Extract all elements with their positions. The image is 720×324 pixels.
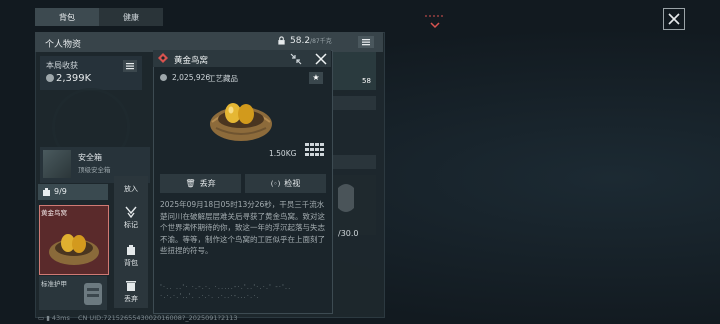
item-description: 2025年09月18日05时13分26秒，干员三千流水楚问川在破解层层难关后寻获… <box>160 200 325 255</box>
backpack-icon <box>43 188 50 196</box>
tab-health[interactable]: 健康 <box>99 8 163 26</box>
weight-value: 58.2 <box>290 36 311 46</box>
weight-readout: 58.2/87千克 <box>290 36 332 46</box>
popup-actions: 🗑 丢弃 (◦) 检视 <box>160 174 326 193</box>
discard-button[interactable]: 🗑 丢弃 <box>160 174 241 193</box>
battery-icon: ▭ <box>38 314 45 322</box>
inspect-label: 检视 <box>284 179 301 188</box>
inspect-button[interactable]: (◦) 检视 <box>245 174 326 193</box>
right-bar <box>332 96 376 110</box>
helmet-icon <box>338 184 354 212</box>
safe-box-icon <box>43 150 71 178</box>
panel-title: 个人物资 <box>45 40 82 50</box>
golden-nest-large-icon <box>210 103 272 141</box>
collapse-icon[interactable] <box>290 53 302 65</box>
put-in-button[interactable]: 放入 <box>114 184 148 194</box>
ping-value: 43ms <box>51 314 70 322</box>
weight-unit: /87千克 <box>310 38 332 45</box>
item-price: 2,025,926 <box>172 73 211 82</box>
mark-button[interactable]: 标记 <box>114 220 148 230</box>
top-tabs: 背包 健康 <box>35 8 163 26</box>
close-popup-icon[interactable] <box>315 53 327 65</box>
discard-label: 丢弃 <box>199 179 216 188</box>
armor-icon <box>84 283 102 305</box>
inspect-icon: (◦) <box>270 179 281 188</box>
safe-box-subtitle: 顶级安全箱 <box>78 166 111 174</box>
trash-icon <box>126 281 136 291</box>
list-view-icon[interactable] <box>358 36 374 48</box>
list-icon[interactable] <box>123 60 137 72</box>
item-slot-label: 黄金鸟窝 <box>41 209 67 217</box>
trash-icon: 🗑 <box>185 179 196 188</box>
item-weight: 1.50KG <box>269 149 297 158</box>
popup-title: 黄金鸟窝 <box>174 56 209 66</box>
rarity-diamond-icon <box>158 53 168 63</box>
user-uid: CN UID:7215265543002016008?_2025091?2113 <box>77 314 238 322</box>
bag-button[interactable]: 背包 <box>114 258 148 268</box>
safe-box-title: 安全箱 <box>78 153 102 162</box>
discard-menu-button[interactable]: 丢弃 <box>114 294 148 304</box>
right-item-count: 58 <box>362 77 371 85</box>
bag-icon <box>127 245 135 255</box>
favorite-star-icon[interactable]: ★ <box>309 72 323 84</box>
item-action-menu: 放入 标记 背包 丢弃 <box>114 176 148 308</box>
slot-count: 9/9 <box>54 187 67 196</box>
item-size-grid-icon <box>305 143 324 156</box>
helmet-durability: /30.0 <box>338 229 359 238</box>
item-slot2-label: 标准护甲 <box>41 280 67 288</box>
engraved-symbols: '·.. ..'· ·.-.·. ·.....-·.'..'·.·.' -·'.… <box>160 283 292 300</box>
chevron-down-icon <box>425 15 445 29</box>
lock-icon <box>278 36 285 45</box>
coin-icon <box>46 74 54 82</box>
tab-backpack[interactable]: 背包 <box>35 8 99 26</box>
mark-icon <box>125 206 137 218</box>
golden-nest-icon <box>49 234 99 265</box>
price-coin-icon <box>160 74 167 81</box>
session-earnings-value: 2,399K <box>56 73 92 84</box>
session-earnings-label: 本局收获 <box>46 61 78 70</box>
status-footer: ▭ ▮ 43ms CN UID:7215265543002016008?_202… <box>38 314 238 322</box>
right-bar-2 <box>332 155 376 169</box>
helmet-durability-max: /30.0 <box>338 229 359 238</box>
close-icon[interactable] <box>663 8 685 30</box>
signal-icon: ▮ <box>46 314 50 322</box>
item-category: 工艺藏品 <box>208 74 238 83</box>
